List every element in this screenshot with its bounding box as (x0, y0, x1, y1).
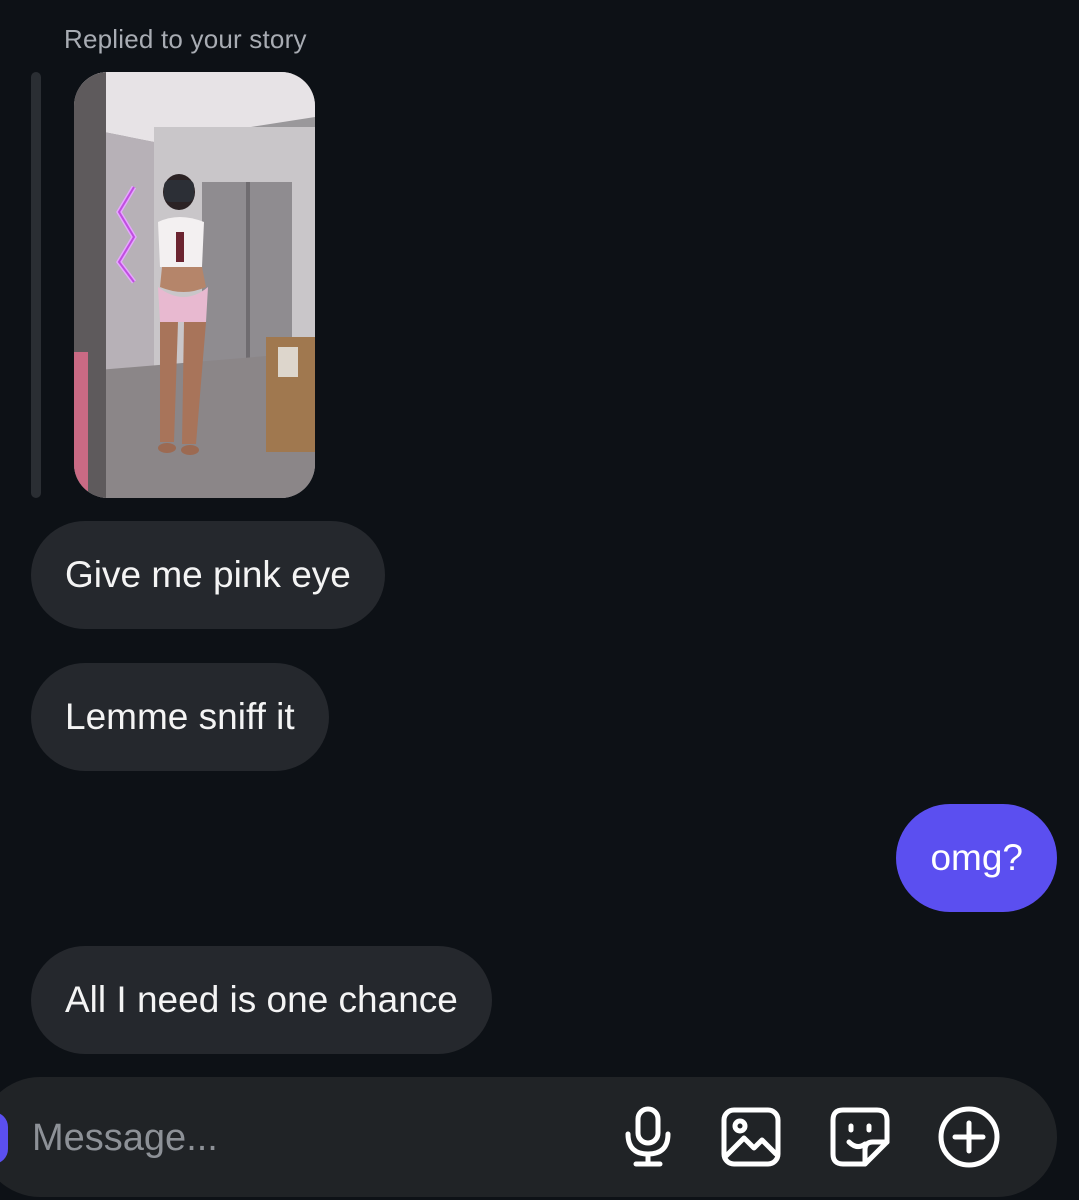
incoming-message[interactable]: Lemme sniff it (31, 663, 329, 771)
reply-quote-bar (31, 72, 41, 498)
story-reply-label: Replied to your story (64, 24, 307, 54)
message-input[interactable] (32, 1110, 592, 1166)
outgoing-message[interactable]: omg? (896, 804, 1057, 912)
image-icon[interactable] (718, 1104, 784, 1170)
incoming-message[interactable]: Give me pink eye (31, 521, 385, 629)
sticker-icon[interactable] (827, 1104, 893, 1170)
incoming-message[interactable]: All I need is one chance (31, 946, 492, 1054)
story-thumbnail[interactable] (74, 72, 315, 498)
microphone-icon[interactable] (615, 1104, 681, 1170)
plus-circle-icon[interactable] (936, 1104, 1002, 1170)
story-image (74, 72, 315, 498)
